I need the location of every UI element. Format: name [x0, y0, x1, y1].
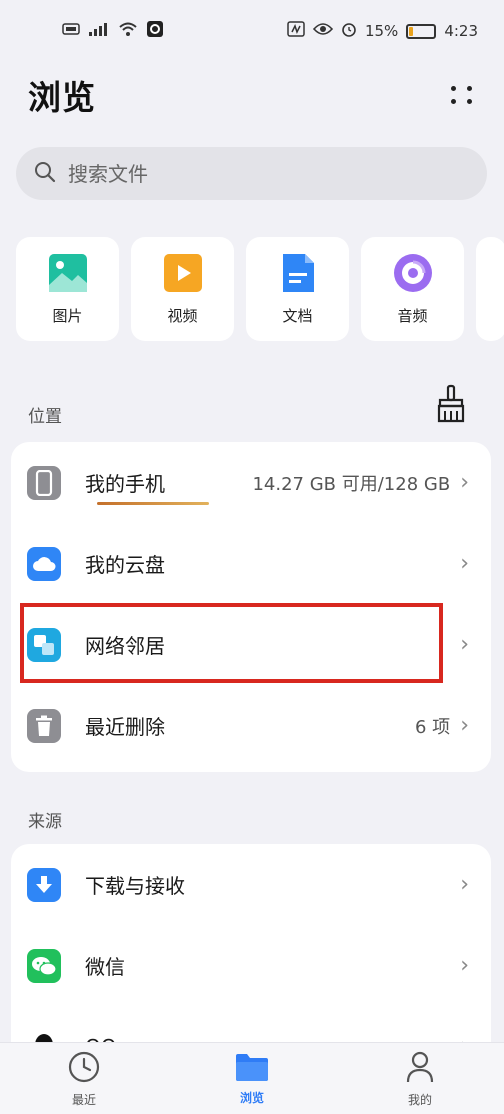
download-icon: [27, 867, 61, 902]
row-right: ›: [460, 632, 469, 657]
location-label: 我的云盘: [85, 553, 165, 577]
more-dot: [451, 86, 456, 91]
hd-icon: [62, 22, 80, 40]
image-icon: [48, 253, 88, 297]
clock-icon: [67, 1050, 101, 1088]
search-bar[interactable]: [16, 147, 487, 200]
chevron-right-icon: ›: [460, 470, 469, 495]
source-label: 下载与接收: [85, 874, 185, 898]
battery-icon: [406, 23, 437, 39]
search-input[interactable]: [68, 161, 448, 186]
storage-usage-bar: [97, 502, 209, 505]
storage-detail: 14.27 GB 可用/128 GB: [252, 473, 451, 495]
status-bar: 15% 4:23: [0, 0, 504, 62]
location-label: 我的手机: [85, 472, 165, 496]
nav-tab-recent[interactable]: 最近: [24, 1050, 144, 1108]
location-item-network-neighbors[interactable]: 网络邻居 ›: [11, 604, 491, 685]
row-right: 14.27 GB 可用/128 GB ›: [252, 470, 469, 496]
row-right: ›: [460, 953, 469, 978]
locations-card: 我的手机 14.27 GB 可用/128 GB › 我的云盘 › 网络邻居 › …: [11, 442, 491, 772]
nav-label: 最近: [71, 1092, 96, 1107]
clean-storage-button[interactable]: [434, 384, 468, 424]
category-more-partial[interactable]: [476, 237, 504, 341]
bottom-nav: 最近 浏览 我的: [0, 1042, 504, 1114]
wechat-icon: [27, 948, 61, 983]
category-label: 图片: [52, 306, 83, 325]
video-icon: [163, 253, 203, 297]
wifi-icon: [118, 21, 138, 41]
nfc-icon: [287, 21, 305, 41]
location-item-my-phone[interactable]: 我的手机 14.27 GB 可用/128 GB ›: [11, 442, 491, 523]
chevron-right-icon: ›: [460, 713, 469, 738]
row-right: ›: [460, 551, 469, 576]
category-label: 文档: [282, 306, 313, 325]
audio-icon: [393, 253, 433, 297]
category-label: 视频: [167, 306, 198, 325]
broom-icon: [434, 384, 468, 428]
category-videos[interactable]: 视频: [131, 237, 234, 341]
source-item-wechat[interactable]: 微信 ›: [11, 925, 491, 1006]
trash-icon: [27, 708, 61, 743]
phone-icon: [27, 465, 61, 500]
category-documents[interactable]: 文档: [246, 237, 349, 341]
battery-percent: 15%: [364, 22, 399, 40]
category-label: 音频: [397, 306, 428, 325]
network-icon: [27, 627, 61, 662]
location-label: 网络邻居: [85, 634, 165, 658]
location-label: 最近删除: [85, 715, 165, 739]
nav-label: 浏览: [239, 1090, 264, 1105]
nav-label: 我的: [407, 1092, 432, 1107]
category-images[interactable]: 图片: [16, 237, 119, 341]
clock-time: 4:23: [444, 22, 478, 40]
source-label: 微信: [85, 955, 125, 979]
location-item-my-cloud[interactable]: 我的云盘 ›: [11, 523, 491, 604]
category-audio[interactable]: 音频: [361, 237, 464, 341]
alarm-icon: [341, 21, 357, 41]
signal-icon: [88, 21, 110, 41]
cloud-icon: [27, 546, 61, 581]
page-title: 浏览: [28, 78, 96, 117]
status-left: [62, 20, 164, 42]
search-icon: [34, 161, 56, 187]
eye-icon: [312, 22, 334, 40]
nav-tab-browse[interactable]: 浏览: [192, 1052, 312, 1106]
location-item-recently-deleted[interactable]: 最近删除 6 项 ›: [11, 685, 491, 766]
source-item-downloads[interactable]: 下载与接收 ›: [11, 844, 491, 925]
row-right: 6 项 ›: [415, 713, 469, 739]
more-options-button[interactable]: [448, 80, 478, 110]
more-dot: [451, 99, 456, 104]
header: 浏览: [28, 70, 478, 120]
folder-icon: [234, 1052, 270, 1086]
more-dot: [467, 99, 472, 104]
section-title-locations: 位置: [28, 407, 62, 427]
chevron-right-icon: ›: [460, 872, 469, 897]
status-right: 15% 4:23: [287, 21, 478, 41]
chevron-right-icon: ›: [460, 953, 469, 978]
row-right: ›: [460, 872, 469, 897]
person-icon: [405, 1050, 435, 1088]
chevron-right-icon: ›: [460, 551, 469, 576]
category-row: 图片 视频 文档 音频: [16, 237, 504, 341]
deleted-count: 6 项: [415, 716, 451, 738]
document-icon: [278, 253, 318, 297]
nav-tab-me[interactable]: 我的: [360, 1050, 480, 1108]
section-title-sources: 来源: [28, 812, 62, 832]
app-notification-icon: [146, 20, 164, 42]
more-dot: [467, 86, 472, 91]
battery-level: [409, 26, 413, 36]
chevron-right-icon: ›: [460, 632, 469, 657]
